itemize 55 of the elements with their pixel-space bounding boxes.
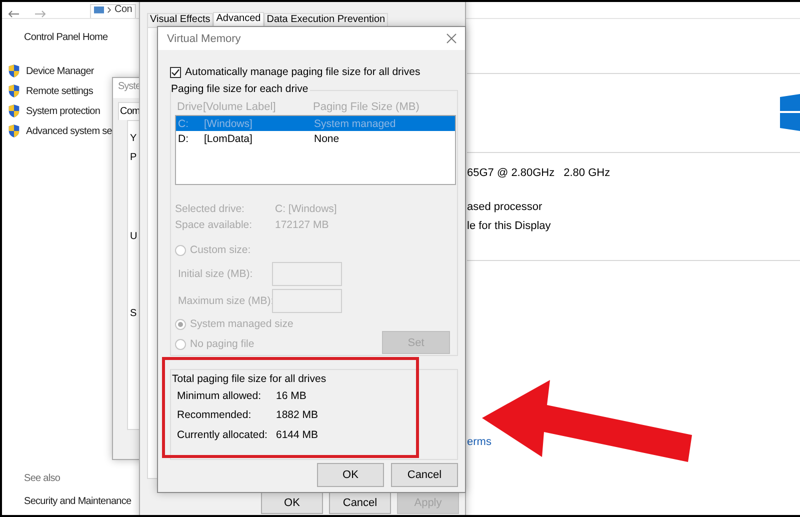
field-label: Space available: — [175, 219, 254, 233]
shield-icon — [8, 104, 20, 118]
tab[interactable]: Visual Effects — [147, 13, 214, 27]
dialog-button[interactable]: OK — [317, 463, 384, 487]
task-link[interactable]: System protection — [26, 106, 100, 116]
column-header: Paging File Size (MB) — [313, 101, 420, 115]
label-text: S — [130, 308, 137, 319]
chevron-icon — [107, 6, 112, 14]
folder-icon — [94, 5, 104, 14]
home-link[interactable]: Control Panel Home — [24, 32, 108, 43]
processor-text: 65G7 @ 2.80GHz — [467, 167, 555, 179]
group-title: Total paging file size for all drives — [172, 373, 328, 385]
field-label: Initial size (MB): — [177, 268, 254, 280]
field-value: 16 MB — [276, 390, 306, 402]
checkbox-label[interactable]: Automatically manage paging file size for all drives — [185, 66, 420, 78]
field-label: Recommended: — [177, 409, 252, 422]
label-text: Y — [130, 133, 137, 144]
close-icon[interactable] — [446, 33, 457, 44]
field-value: C: [Windows] — [275, 203, 337, 217]
address-text: Con — [114, 4, 132, 14]
field-value: 6144 MB — [276, 428, 318, 441]
forward-icon[interactable] — [34, 10, 46, 18]
dialog-button[interactable]: OK — [261, 492, 323, 514]
address-field[interactable]: Con — [90, 4, 136, 18]
back-icon[interactable] — [8, 10, 20, 18]
label-text: P — [130, 152, 137, 163]
detail-text: le for this Display — [467, 220, 551, 232]
logo-icon — [780, 94, 800, 130]
field-label: Maximum size (MB): — [177, 294, 272, 306]
group-title: Paging file size for each drive — [171, 83, 310, 95]
window-title: Virtual Memory — [167, 32, 241, 44]
task-link[interactable]: Advanced system se — [26, 126, 112, 136]
shield-icon — [8, 84, 20, 98]
field-value: 172127 MB — [275, 219, 329, 233]
checkbox[interactable] — [170, 66, 181, 78]
field-label: Currently allocated: — [177, 428, 268, 441]
see-also-link[interactable]: Security and Maintenance — [24, 496, 132, 507]
task-link[interactable]: Device Manager — [26, 66, 94, 76]
shield-icon — [8, 124, 20, 138]
dialog-button[interactable]: Cancel — [329, 492, 391, 514]
tab[interactable]: Advanced — [213, 12, 264, 27]
field-label: Minimum allowed: — [177, 390, 262, 402]
field-value: 1882 MB — [276, 409, 318, 422]
shield-icon — [8, 64, 20, 78]
dialog-button[interactable]: Cancel — [391, 463, 458, 487]
label-text: U — [130, 231, 138, 242]
processor-text: 2.80 GHz — [564, 167, 610, 179]
section-heading: See also — [24, 473, 60, 484]
field-label: Selected drive: — [175, 203, 246, 217]
column-header: Drive — [176, 101, 203, 115]
tab[interactable]: Data Execution Prevention — [264, 13, 388, 27]
detail-text: ased processor — [467, 201, 542, 213]
task-link[interactable]: Remote settings — [26, 86, 94, 96]
terms-link[interactable]: erms — [467, 436, 492, 448]
column-header: [Volume Label] — [203, 101, 277, 115]
